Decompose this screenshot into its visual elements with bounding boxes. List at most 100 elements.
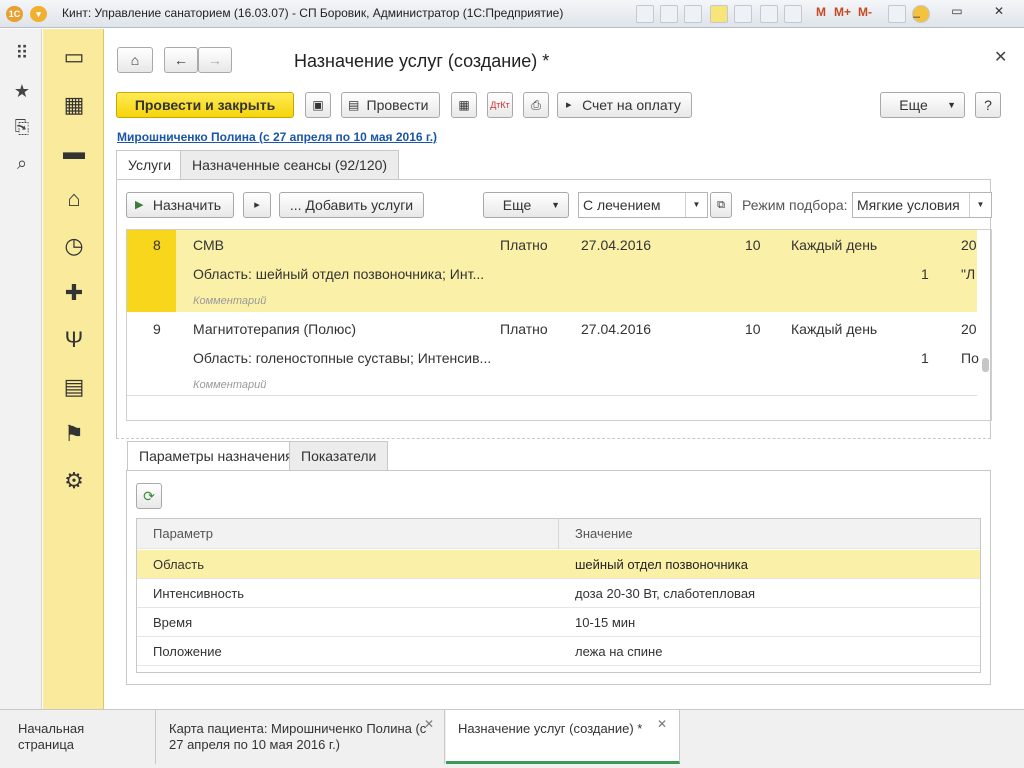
- mode-label: Режим подбора:: [742, 197, 848, 213]
- dropdown-arrow-icon[interactable]: ▼: [685, 193, 707, 217]
- tab-indicators[interactable]: Показатели: [289, 441, 389, 471]
- column-header: Значение: [575, 526, 633, 541]
- preview-icon[interactable]: [684, 5, 702, 23]
- open-windows-bar: Начальная страница Карта пациента: Мирош…: [0, 709, 1024, 768]
- service-area: Область: голеностопные суставы; Интенсив…: [193, 350, 492, 366]
- add-services-button[interactable]: ... Добавить услуги: [279, 192, 424, 218]
- chevron-down-icon: ▼: [551, 200, 560, 210]
- row-number: 9: [153, 321, 161, 337]
- sections-panel: ▭ ▦ ▬ ⌂ ◷ ✚ Ψ ▤ ⚑ ⚙: [43, 29, 104, 709]
- favorites-icon[interactable]: [710, 5, 728, 23]
- services-more-label: Еще: [502, 197, 532, 213]
- close-tab-icon[interactable]: ✕: [657, 716, 667, 732]
- service-comment: Комментарий: [193, 379, 267, 391]
- cabinet-icon[interactable]: ▤: [60, 373, 88, 401]
- service-col-a: 20: [961, 321, 977, 337]
- flag-icon[interactable]: ⚑: [60, 420, 88, 448]
- table-row[interactable]: Область шейный отдел позвоночника: [137, 550, 980, 579]
- app-menu-icon[interactable]: ▾: [30, 6, 47, 22]
- save-icon[interactable]: [636, 5, 654, 23]
- window-tab-patient-card[interactable]: Карта пациента: Мирошниченко Полина (с 2…: [157, 710, 445, 764]
- services-more-button[interactable]: Еще ▼: [483, 192, 569, 218]
- param-value: лежа на спине: [575, 644, 663, 659]
- service-name: Магнитотерапия (Полюс): [193, 321, 357, 337]
- form-title: Назначение услуг (создание) *: [294, 51, 550, 71]
- schedule-calendar-icon[interactable]: ▦: [60, 91, 88, 119]
- form-area: ⌂ ← → Назначение услуг (создание) * ✕ Пр…: [104, 29, 1024, 709]
- print-icon[interactable]: [660, 5, 678, 23]
- window-tab-assignment[interactable]: Назначение услуг (создание) * ✕: [446, 710, 680, 764]
- service-date: 27.04.2016: [581, 237, 652, 253]
- memory-minus-icon[interactable]: M-: [858, 5, 872, 19]
- service-count2: 1: [921, 266, 929, 282]
- help-button[interactable]: ?: [975, 92, 1001, 118]
- table-row[interactable]: Время 10-15 мин: [137, 608, 980, 637]
- back-button[interactable]: ←: [164, 47, 198, 73]
- open-filter-button[interactable]: ⧉: [710, 192, 732, 218]
- more-button[interactable]: Еще ▼: [880, 92, 965, 118]
- payment-card-icon[interactable]: ▬: [60, 138, 88, 166]
- window-tab-home[interactable]: Начальная страница: [6, 710, 156, 764]
- move-button[interactable]: ▸: [243, 192, 271, 218]
- post-and-close-button[interactable]: Провести и закрыть: [116, 92, 294, 118]
- chevron-down-icon: ▼: [947, 100, 956, 110]
- assign-button[interactable]: ▶ Назначить: [126, 192, 234, 218]
- dt-kt-button[interactable]: ДтКт: [487, 92, 513, 118]
- lamp-icon[interactable]: ⌂: [60, 185, 88, 213]
- all-functions-icon[interactable]: ⠿: [11, 43, 33, 64]
- close-tab-icon[interactable]: ✕: [424, 716, 434, 732]
- table-row[interactable]: 9 Магнитотерапия (Полюс) Область: голено…: [127, 314, 979, 396]
- forward-button[interactable]: →: [198, 47, 232, 73]
- table-row[interactable]: 8 СМВ Область: шейный отдел позвоночника…: [127, 230, 977, 312]
- treatment-filter-select[interactable]: С лечением ▼: [578, 192, 708, 218]
- service-frequency: Каждый день: [791, 237, 878, 253]
- dropdown-arrow-icon[interactable]: ▼: [969, 193, 991, 217]
- clock-icon[interactable]: ◷: [60, 232, 88, 260]
- column-divider: [558, 519, 559, 549]
- save-button[interactable]: ▣: [305, 92, 331, 118]
- panels-icon[interactable]: [888, 5, 906, 23]
- patient-link[interactable]: Мирошниченко Полина (с 27 апреля по 10 м…: [117, 130, 437, 144]
- home-button[interactable]: ⌂: [117, 47, 153, 73]
- history-icon[interactable]: ⎘: [11, 117, 33, 138]
- play-icon: ▶: [135, 199, 144, 211]
- window-controls[interactable]: _ ▭ ✕: [913, 4, 1018, 18]
- param-value: доза 20-30 Вт, слаботепловая: [575, 586, 756, 601]
- post-button[interactable]: ▤ Провести: [341, 92, 440, 118]
- copy-button[interactable]: ▦: [451, 92, 477, 118]
- calendar-icon[interactable]: [784, 5, 802, 23]
- invoice-icon: ▸: [566, 99, 572, 111]
- window-tab-label: Назначение услуг (создание) *: [458, 721, 643, 736]
- tab-services[interactable]: Услуги: [116, 150, 184, 180]
- search-icon[interactable]: ⌕: [11, 153, 33, 174]
- memory-plus-icon[interactable]: M+: [834, 5, 851, 19]
- dining-icon[interactable]: Ψ: [60, 326, 88, 354]
- vertical-scrollbar[interactable]: [982, 358, 989, 372]
- print-button[interactable]: ⎙: [523, 92, 549, 118]
- favorites-star-icon[interactable]: ★: [11, 81, 33, 102]
- param-name: Интенсивность: [153, 586, 245, 601]
- service-name: СМВ: [193, 237, 224, 253]
- tab-assigned-sessions[interactable]: Назначенные сеансы (92/120): [180, 150, 400, 180]
- close-icon[interactable]: ✕: [994, 47, 1007, 67]
- param-name: Положение: [153, 644, 222, 659]
- service-payment: Платно: [500, 321, 548, 337]
- params-table: Параметр Значение Область шейный отдел п…: [136, 518, 981, 673]
- memory-m-icon[interactable]: M: [816, 5, 826, 19]
- link-icon[interactable]: [734, 5, 752, 23]
- service-area: Область: шейный отдел позвоночника; Инт.…: [193, 266, 485, 282]
- service-col-a: 20: [961, 237, 977, 253]
- mode-select[interactable]: Мягкие условия ▼: [852, 192, 992, 218]
- desktop-icon[interactable]: ▭: [60, 43, 88, 71]
- row-marker: [127, 230, 176, 312]
- service-count: 10: [745, 321, 761, 337]
- tab-assignment-params[interactable]: Параметры назначения: [127, 441, 305, 471]
- medical-cross-icon[interactable]: ✚: [60, 279, 88, 307]
- table-row[interactable]: Интенсивность доза 20-30 Вт, слаботеплов…: [137, 579, 980, 608]
- settings-gear-icon[interactable]: ⚙: [60, 467, 88, 495]
- table-row[interactable]: Положение лежа на спине: [137, 637, 980, 666]
- more-label: Еще: [899, 97, 928, 113]
- refresh-button[interactable]: ⟳: [136, 483, 162, 509]
- calculator-icon[interactable]: [760, 5, 778, 23]
- invoice-button[interactable]: ▸ Счет на оплату: [557, 92, 692, 118]
